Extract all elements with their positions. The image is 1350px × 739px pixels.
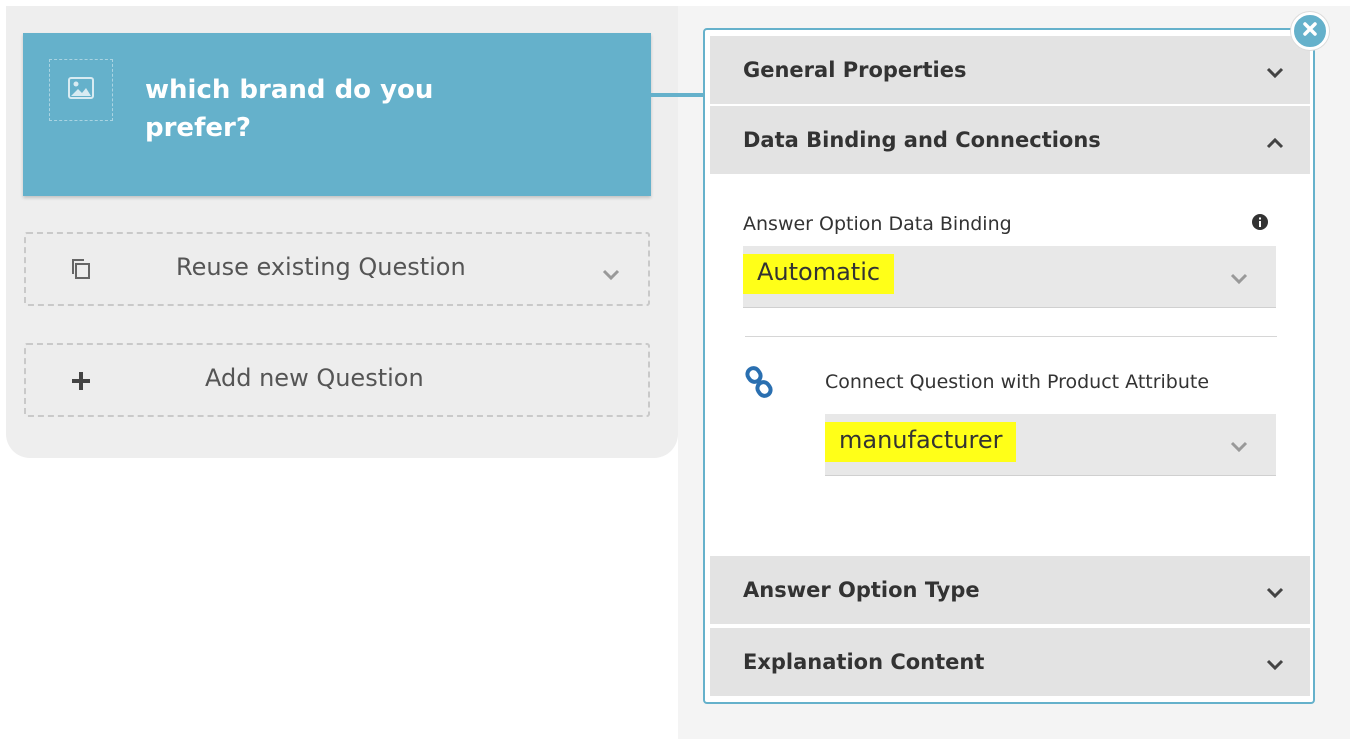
section-divider (745, 336, 1277, 337)
image-placeholder-icon (68, 77, 94, 103)
product-attribute-value: manufacturer (825, 422, 1017, 462)
copy-icon (70, 257, 92, 287)
info-icon[interactable] (1252, 214, 1268, 234)
section-data-binding[interactable]: Data Binding and Connections (710, 106, 1310, 174)
section-general-label: General Properties (743, 58, 967, 82)
add-question-label: Add new Question (205, 364, 424, 392)
section-explanation-label: Explanation Content (743, 650, 985, 674)
chevron-down-icon (1230, 438, 1248, 457)
section-answer-type-label: Answer Option Type (743, 578, 980, 602)
section-explanation-content[interactable]: Explanation Content (710, 628, 1310, 696)
question-editor: which brand do you prefer? Reuse existin… (0, 0, 1350, 739)
binding-select-value: Automatic (743, 254, 895, 294)
question-title[interactable]: which brand do you prefer? (145, 71, 505, 147)
chevron-down-icon (1230, 270, 1248, 289)
question-card[interactable]: which brand do you prefer? (23, 33, 651, 196)
chevron-up-icon (1266, 130, 1284, 154)
link-icon (745, 365, 773, 403)
chevron-down-icon (602, 259, 620, 287)
question-image-slot[interactable] (49, 59, 113, 121)
chevron-down-icon (1266, 652, 1284, 676)
chevron-down-icon (1266, 60, 1284, 84)
chevron-down-icon (1266, 580, 1284, 604)
binding-select[interactable]: Automatic (743, 246, 1276, 308)
section-binding-label: Data Binding and Connections (743, 128, 1101, 152)
close-button[interactable] (1291, 12, 1329, 50)
section-answer-option-type[interactable]: Answer Option Type (710, 556, 1310, 624)
settings-panel: General Properties Data Binding and Conn… (703, 28, 1315, 704)
add-question-button[interactable]: Add new Question (24, 343, 650, 417)
binding-field-label: Answer Option Data Binding (743, 213, 1012, 235)
plus-icon (70, 370, 92, 398)
section-general-properties[interactable]: General Properties (710, 36, 1310, 104)
reuse-question-dropdown[interactable]: Reuse existing Question (24, 232, 650, 306)
close-icon (1302, 21, 1318, 41)
product-attribute-select[interactable]: manufacturer (825, 414, 1276, 476)
card-connector-line (651, 93, 707, 97)
connect-field-label: Connect Question with Product Attribute (825, 371, 1210, 393)
reuse-question-label: Reuse existing Question (176, 253, 466, 281)
